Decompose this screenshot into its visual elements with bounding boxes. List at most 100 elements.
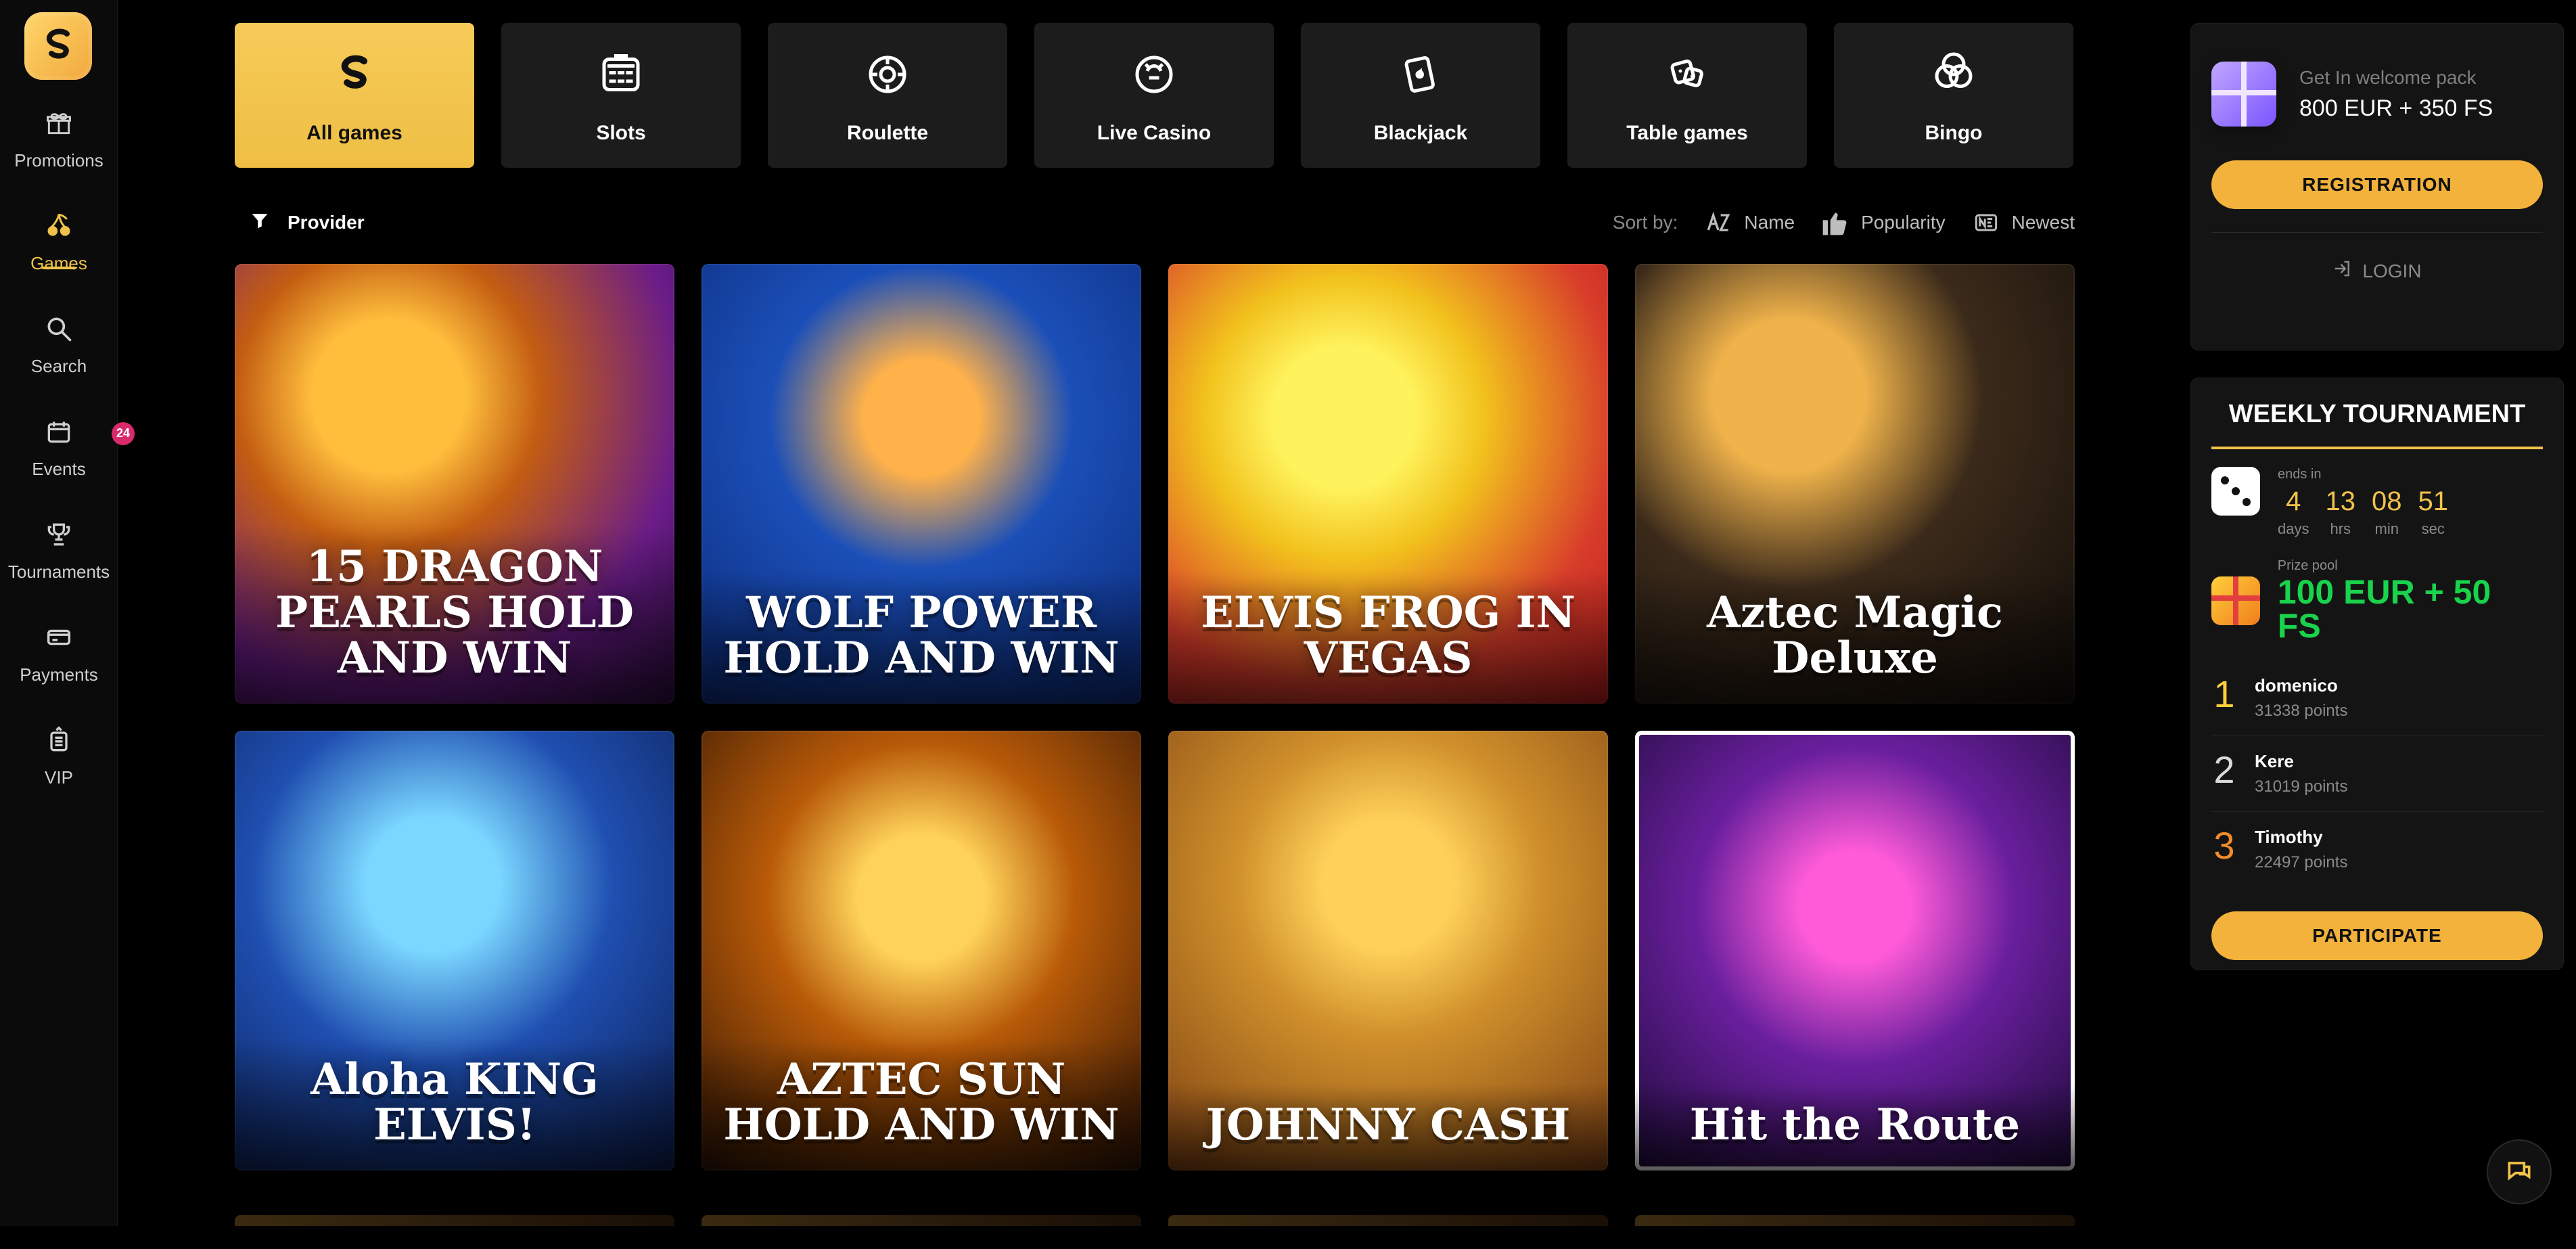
gift-icon xyxy=(2211,576,2260,625)
game-tile[interactable]: ELVIS FROG IN VEGAS xyxy=(1168,264,1608,704)
gift-icon xyxy=(41,106,76,141)
countdown-seconds: 51 sec xyxy=(2418,488,2448,538)
countdown-value: 13 xyxy=(2325,486,2355,516)
participate-button[interactable]: PARTICIPATE xyxy=(2211,911,2543,960)
tab-live-casino[interactable]: Live Casino xyxy=(1034,23,1274,168)
tab-roulette[interactable]: Roulette xyxy=(768,23,1007,168)
game-tile[interactable]: WOLF POWER HOLD AND WIN xyxy=(702,264,1141,704)
leaderboard-row: 1 domenico 31338 points xyxy=(2211,660,2543,735)
registration-button[interactable]: REGISTRATION xyxy=(2211,160,2543,209)
tab-slots[interactable]: Slots xyxy=(501,23,741,168)
game-tile[interactable]: Hit the Route xyxy=(1635,731,2075,1171)
divider xyxy=(2211,232,2543,233)
tournament-card: WEEKLY TOURNAMENT ends in 4 days 13 hrs xyxy=(2190,378,2564,970)
dice-icon xyxy=(2211,467,2260,516)
brand-logo[interactable] xyxy=(24,12,92,80)
game-tile-preview xyxy=(235,1215,674,1226)
sidebar-item-search[interactable]: Search xyxy=(0,303,118,384)
rank: 2 xyxy=(2213,748,2235,791)
sidebar-item-label: Payments xyxy=(20,664,98,685)
tab-label: Blackjack xyxy=(1373,122,1468,144)
game-title: WOLF POWER HOLD AND WIN xyxy=(702,570,1141,704)
tab-bingo[interactable]: Bingo xyxy=(1834,23,2073,168)
sidebar-item-vip[interactable]: VIP xyxy=(0,714,118,796)
game-tile[interactable]: AZTEC SUN HOLD AND WIN xyxy=(702,731,1141,1171)
search-icon xyxy=(41,311,76,346)
card-icon xyxy=(41,620,76,655)
countdown-value: 51 xyxy=(2418,486,2448,516)
sort-name[interactable]: Name xyxy=(1703,208,1795,237)
calendar-icon: 24 xyxy=(41,414,135,449)
game-title: 15 DRAGON PEARLS HOLD AND WIN xyxy=(235,525,674,704)
sidebar-item-games[interactable]: Games xyxy=(0,200,118,281)
s-logo-icon xyxy=(326,46,383,103)
category-tabs: All games Slots Roulette Live Casino Bla… xyxy=(235,23,2075,168)
ends-in-label: ends in xyxy=(2278,467,2322,482)
countdown-minutes: 08 min xyxy=(2372,488,2402,538)
leader-name: Timothy xyxy=(2255,827,2323,847)
sort-newest[interactable]: Newest xyxy=(1971,208,2075,237)
countdown: 4 days 13 hrs 08 min 51 sec xyxy=(2278,488,2448,538)
main-content: All games Slots Roulette Live Casino Bla… xyxy=(235,23,2075,1249)
leaderboard-row: 2 Kere 31019 points xyxy=(2211,735,2543,811)
table-games-icon xyxy=(1659,46,1716,103)
game-title: ELVIS FROG IN VEGAS xyxy=(1168,570,1608,704)
login-link[interactable]: LOGIN xyxy=(2211,258,2543,283)
prize-text: Prize pool 100 EUR + 50 FS xyxy=(2278,558,2543,643)
leader-info: Timothy 22497 points xyxy=(2255,827,2347,872)
game-tile[interactable]: Aloha KING ELVIS! xyxy=(235,731,674,1171)
live-casino-icon xyxy=(1126,46,1182,103)
sidebar-item-label: VIP xyxy=(45,767,73,788)
leader-points: 22497 points xyxy=(2255,853,2348,871)
sidebar-item-label: Promotions xyxy=(14,150,104,171)
prize-label: Prize pool xyxy=(2277,558,2338,573)
blackjack-icon xyxy=(1392,46,1449,103)
countdown-value: 08 xyxy=(2371,486,2402,516)
game-tile-preview xyxy=(1635,1215,2075,1226)
sidebar-item-promotions[interactable]: Promotions xyxy=(0,97,118,179)
countdown-value: 4 xyxy=(2286,486,2301,516)
sort-item-label: Newest xyxy=(2011,212,2075,233)
countdown-days: 4 days xyxy=(2278,488,2309,538)
welcome-top: Get In welcome pack 800 EUR + 350 FS xyxy=(2211,62,2543,127)
countdown-unit: days xyxy=(2278,520,2309,537)
filter-icon xyxy=(248,209,271,237)
sidebar-item-tournaments[interactable]: Tournaments xyxy=(0,509,118,590)
sidebar-item-payments[interactable]: Payments xyxy=(0,612,118,693)
game-tile-preview xyxy=(702,1215,1141,1226)
tab-label: Bingo xyxy=(1925,122,1983,144)
slots-icon xyxy=(593,46,649,103)
games-grid: 15 DRAGON PEARLS HOLD AND WIN WOLF POWER… xyxy=(235,264,2075,1171)
game-title: Aloha KING ELVIS! xyxy=(235,1037,674,1171)
tab-all-games[interactable]: All games xyxy=(235,23,474,168)
tournament-timer: ends in 4 days 13 hrs 08 min 51 sec xyxy=(2211,467,2543,538)
leaderboard: 1 domenico 31338 points 2 Kere 31019 poi… xyxy=(2211,660,2543,887)
provider-filter[interactable]: Provider xyxy=(248,209,365,237)
welcome-small: Get In welcome pack xyxy=(2299,66,2477,88)
login-label: LOGIN xyxy=(2362,260,2422,281)
game-tile-preview xyxy=(1168,1215,1608,1226)
tab-label: Table games xyxy=(1626,122,1748,144)
leader-info: domenico 31338 points xyxy=(2255,675,2347,721)
game-tile[interactable]: 15 DRAGON PEARLS HOLD AND WIN xyxy=(235,264,674,704)
leader-points: 31019 points xyxy=(2255,777,2348,796)
tournament-title: WEEKLY TOURNAMENT xyxy=(2228,400,2526,428)
chat-icon xyxy=(2504,1156,2534,1189)
s-logo-icon xyxy=(46,28,70,59)
leader-points: 31338 points xyxy=(2255,702,2348,720)
vip-icon xyxy=(41,723,76,758)
tab-blackjack[interactable]: Blackjack xyxy=(1301,23,1540,168)
game-tile[interactable]: Aztec Magic Deluxe xyxy=(1635,264,2075,704)
game-tile[interactable]: JOHNNY CASH xyxy=(1168,731,1608,1171)
gift-box-icon xyxy=(2211,62,2276,127)
chat-button[interactable] xyxy=(2487,1139,2552,1204)
az-icon xyxy=(1703,208,1733,237)
sidebar-item-events[interactable]: 24 Events xyxy=(0,406,135,487)
right-sidebar: Get In welcome pack 800 EUR + 350 FS REG… xyxy=(2190,23,2564,1249)
app: Promotions Games Search 24 Events Tourna… xyxy=(0,0,2576,1226)
tab-table-games[interactable]: Table games xyxy=(1567,23,1807,168)
sort-popularity[interactable]: Popularity xyxy=(1820,208,1946,237)
game-title: AZTEC SUN HOLD AND WIN xyxy=(702,1037,1141,1171)
tab-label: Roulette xyxy=(847,122,928,144)
sidebar-item-label: Games xyxy=(30,252,87,273)
